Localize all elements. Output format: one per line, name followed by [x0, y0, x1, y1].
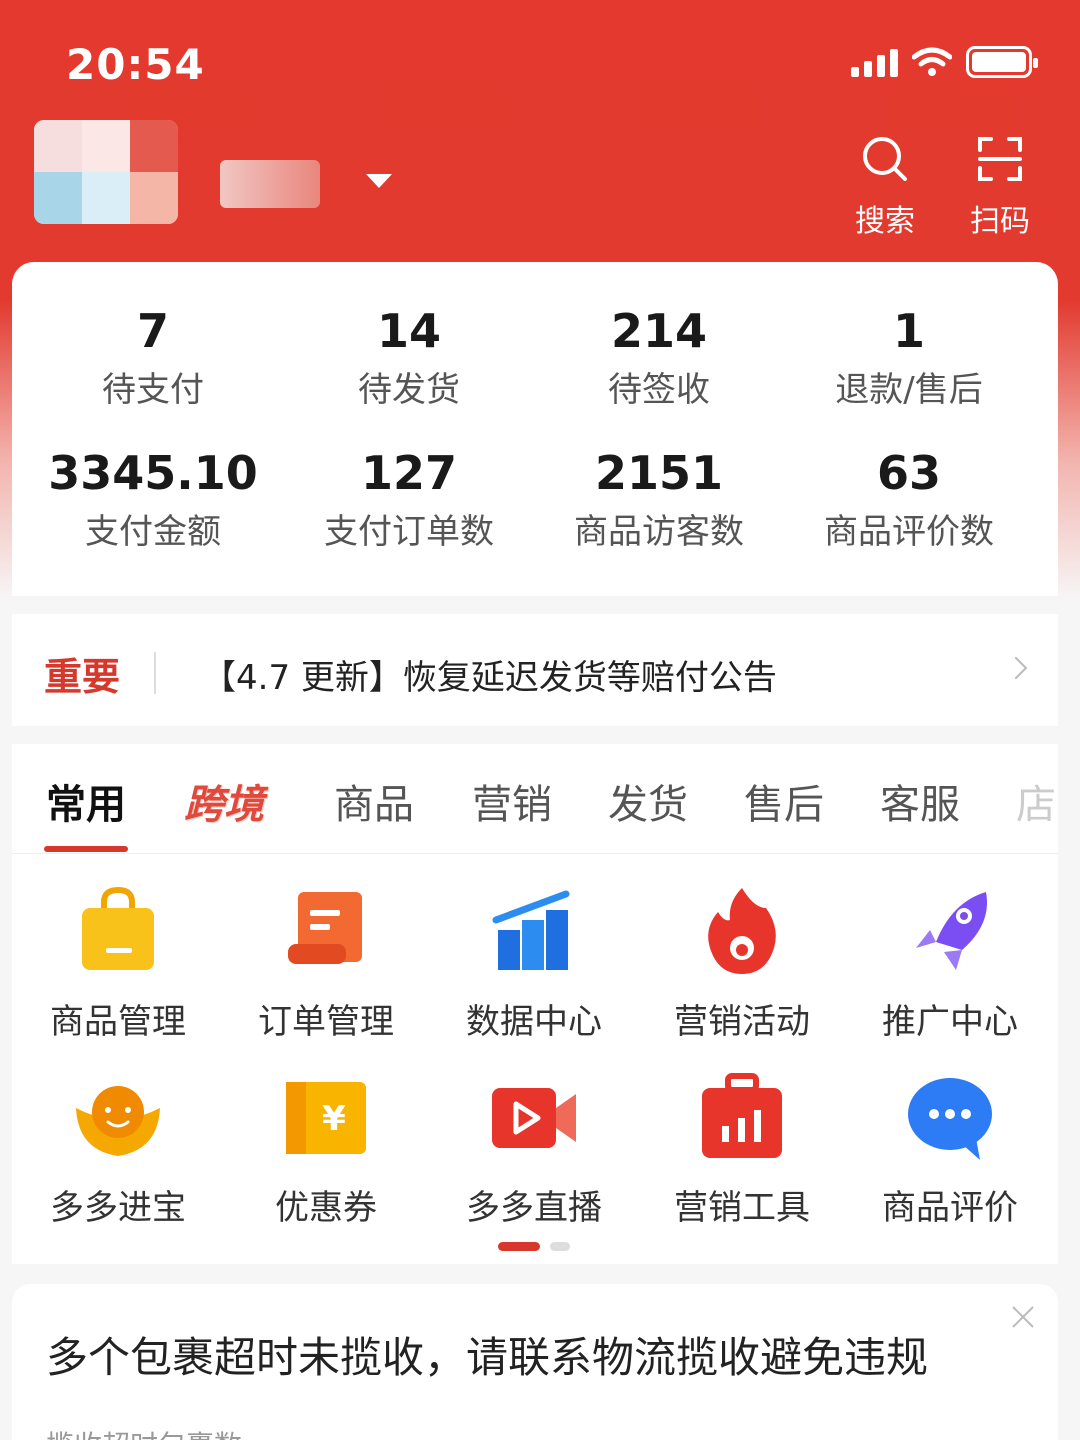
scan-button[interactable]: 扫码 — [960, 134, 1040, 240]
page-dot-active — [498, 1242, 540, 1251]
stat-payment-amount[interactable]: 3345.10 支付金额 — [28, 446, 278, 553]
search-icon — [863, 137, 907, 181]
search-button[interactable]: 搜索 — [845, 134, 925, 240]
tool-promotion-center[interactable]: 推广中心 — [850, 884, 1050, 1043]
important-tag: 重要 — [44, 655, 121, 699]
tool-marketing-tools[interactable]: 营销工具 — [642, 1070, 842, 1229]
tab-products[interactable]: 商品 — [334, 772, 414, 830]
tab-store[interactable]: 店 — [1016, 772, 1056, 830]
stat-pending-receipt[interactable]: 214 待签收 — [534, 304, 784, 411]
shop-avatar[interactable] — [34, 120, 178, 224]
alert-title: 多个包裹超时未揽收，请联系物流揽收避免违规 — [46, 1333, 929, 1382]
status-time: 20:54 — [66, 40, 205, 89]
scan-label: 扫码 — [970, 204, 1030, 239]
tool-coupons[interactable]: ¥ 优惠券 — [226, 1070, 426, 1229]
cellular-signal-icon — [851, 47, 898, 77]
tool-marketing-events[interactable]: 营销活动 — [642, 884, 842, 1043]
search-label: 搜索 — [855, 204, 915, 239]
stat-pending-shipment[interactable]: 14 待发货 — [284, 304, 534, 411]
tab-customer-service[interactable]: 客服 — [880, 772, 960, 830]
tool-product-management[interactable]: 商品管理 — [18, 884, 218, 1043]
tool-order-management[interactable]: 订单管理 — [226, 884, 426, 1043]
stats-card: 7 待支付 14 待发货 214 待签收 1 退款/售后 3345.10 支付金… — [12, 262, 1058, 596]
tab-common[interactable]: 常用 — [46, 772, 126, 830]
ingot-icon — [76, 1086, 160, 1156]
category-tabs: 常用 跨境 商品 营销 发货 售后 客服 店 — [12, 744, 1058, 854]
battery-icon — [966, 46, 1038, 78]
stat-product-visitors[interactable]: 2151 商品访客数 — [534, 446, 784, 553]
stat-paid-orders[interactable]: 127 支付订单数 — [284, 446, 534, 553]
page-dot[interactable] — [550, 1242, 570, 1251]
flame-icon — [708, 888, 776, 974]
alert-subtitle: 揽收超时包裹数 — [46, 1424, 242, 1440]
coupon-icon: ¥ — [286, 1082, 366, 1154]
live-video-icon — [492, 1088, 576, 1148]
stat-pending-payment[interactable]: 7 待支付 — [28, 304, 278, 411]
pickup-alert-card[interactable]: 多个包裹超时未揽收，请联系物流揽收避免违规 揽收超时包裹数 — [12, 1284, 1058, 1440]
toolbox-icon — [702, 1073, 782, 1158]
tab-aftersale[interactable]: 售后 — [744, 772, 824, 830]
tools-card: 常用 跨境 商品 营销 发货 售后 客服 店 商品管理 订单管理 数据中心 营销… — [12, 744, 1058, 1264]
chevron-right-icon — [1004, 656, 1028, 680]
shopping-bag-icon — [82, 886, 154, 970]
announcement-bar[interactable]: 重要 【4.7 更新】恢复延迟发货等赔付公告 — [12, 614, 1058, 726]
tab-marketing[interactable]: 营销 — [472, 772, 552, 830]
stat-product-reviews[interactable]: 63 商品评价数 — [784, 446, 1034, 553]
tab-shipping[interactable]: 发货 — [608, 772, 688, 830]
wifi-icon — [912, 47, 952, 76]
stat-refund-aftersale[interactable]: 1 退款/售后 — [784, 304, 1034, 411]
tool-duoduo-live[interactable]: 多多直播 — [434, 1070, 634, 1229]
chevron-down-icon[interactable] — [366, 174, 392, 188]
bar-chart-icon — [492, 890, 570, 970]
svg-text:¥: ¥ — [322, 1099, 346, 1139]
tool-duoduo-jinbao[interactable]: 多多进宝 — [18, 1070, 218, 1229]
announcement-text: 【4.7 更新】恢复延迟发货等赔付公告 — [202, 658, 777, 698]
active-tab-indicator — [44, 846, 128, 852]
chat-bubble-icon — [908, 1078, 992, 1160]
order-scroll-icon — [288, 892, 362, 964]
close-icon[interactable] — [1010, 1304, 1036, 1330]
tool-data-center[interactable]: 数据中心 — [434, 884, 634, 1043]
page-indicator — [498, 1242, 570, 1251]
status-bar: 20:54 — [0, 0, 1080, 120]
tool-product-reviews[interactable]: 商品评价 — [850, 1070, 1050, 1229]
status-icons — [851, 46, 1038, 78]
rocket-icon — [916, 892, 987, 970]
shop-name-blurred[interactable] — [220, 160, 320, 208]
scan-icon — [978, 137, 1022, 181]
divider — [154, 652, 156, 694]
tab-cross-border[interactable]: 跨境 — [184, 772, 264, 830]
